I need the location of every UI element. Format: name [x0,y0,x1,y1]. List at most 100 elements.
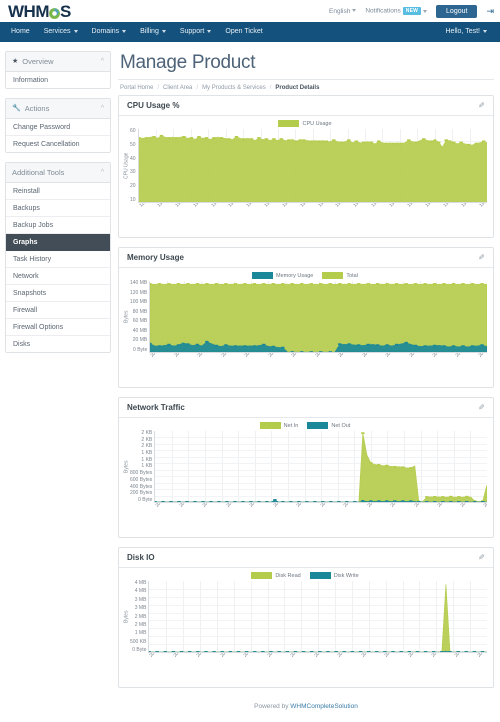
nav-item-services[interactable]: Services [37,22,85,42]
breadcrumb-portal-home[interactable]: Portal Home [120,85,153,91]
legend-item[interactable]: Disk Read [251,572,301,579]
sidebar-item-snapshots[interactable]: Snapshots [6,285,110,302]
nav-item-support[interactable]: Support [173,22,219,42]
series-marker [195,343,200,346]
page-body: ★ Overview ^ Information 🔧 Actions ^ Cha… [0,42,500,722]
series-marker [158,283,162,285]
series-marker [211,137,216,139]
legend-swatch [322,272,344,279]
y-axis-memory: 140 MB 120 MB 100 MB 80 MB 60 MB 40 MB 20 MB 0 … [130,281,149,353]
whmcs-logo[interactable]: WHM S [8,3,71,20]
edit-pencil-icon[interactable]: ✎ [478,553,485,562]
sidebar-panel-additional-tools-header[interactable]: Additional Tools ^ [6,163,110,183]
nav-item-billing[interactable]: Billing [133,22,173,42]
sidebar-item-request-cancellation[interactable]: Request Cancellation [6,136,110,152]
series-marker [433,283,437,285]
wrench-icon: 🔧 [12,105,21,112]
nav-item-account[interactable]: Hello, Test! [439,22,495,42]
series-marker [448,651,453,652]
y-tick-label: 2 MB [134,621,147,628]
plot-area-diskio[interactable] [148,581,487,653]
series-marker [151,135,156,138]
sidebar-item-disks[interactable]: Disks [6,336,110,352]
sidebar-item-network[interactable]: Network [6,268,110,285]
y-axis-diskio: 4 MB 4 MB 3 MB 3 MB 2 MB 2 MB 1 MB 500 KB 0 Byte [130,581,148,653]
breadcrumb-client-area[interactable]: Client Area [163,85,192,91]
legend-swatch [251,572,273,579]
sidebar-panel-actions: 🔧 Actions ^ Change Password Request Canc… [5,98,111,153]
sidebar-item-task-history[interactable]: Task History [6,251,110,268]
series-marker [262,343,266,346]
sidebar-item-backup-jobs[interactable]: Backup Jobs [6,217,110,234]
language-selector[interactable]: English [329,8,357,15]
plot-wrap-cpu: CPU Usage 60 50 40 30 20 10 [123,129,487,203]
sign-out-icon[interactable]: ⇥ [486,6,494,16]
breadcrumb-separator: / [196,85,199,91]
sidebar-item-backups[interactable]: Backups [6,200,110,217]
chart-header-memory: Memory Usage ✎ [119,248,493,268]
series-marker [436,141,441,144]
legend-item[interactable]: Memory Usage [252,272,313,279]
series-marker [271,138,276,140]
edit-pencil-icon[interactable]: ✎ [478,101,485,110]
nav-label: Billing [140,28,159,35]
series-marker [461,283,465,285]
series-marker [369,462,373,464]
series-marker [393,465,397,468]
legend-item[interactable]: Disk Write [309,572,359,579]
nav-item-domains[interactable]: Domains [85,22,134,42]
sidebar-item-firewall-options[interactable]: Firewall Options [6,319,110,336]
series-marker [449,495,453,498]
edit-pencil-icon[interactable]: ✎ [478,253,485,262]
series-marker [243,345,247,347]
series-marker [425,500,429,502]
series-marker [385,464,389,467]
legend-item[interactable]: CPU Usage [278,120,332,127]
logout-button[interactable]: Logout [436,4,478,18]
main-content: Manage Product Portal Home / Client Area… [118,51,494,722]
plot-area-memory[interactable] [149,281,487,353]
series-marker [286,139,291,142]
series-marker [466,143,470,146]
notifications-menu[interactable]: Notifications NEW [365,7,428,15]
sidebar-item-information[interactable]: Information [6,72,110,88]
sidebar-panel-actions-header[interactable]: 🔧 Actions ^ [6,99,110,119]
series-marker [433,344,437,347]
breadcrumb-my-products-services[interactable]: My Products & Services [202,85,266,91]
plot-wrap-memory: Bytes 140 MB 120 MB 100 MB 80 MB 60 MB 40 MB 20… [123,281,487,353]
legend-item[interactable]: Net Out [307,422,350,429]
sidebar-item-graphs[interactable]: Graphs [6,234,110,251]
series-marker [441,496,445,498]
chart-panel-memory: Memory Usage ✎ Memory Usage Total Bytes 140 M… [118,247,494,388]
footer: Powered by WHMCompleteSolution [118,697,494,710]
sidebar-item-change-password[interactable]: Change Password [6,119,110,136]
sidebar-panel-overview-header[interactable]: ★ Overview ^ [6,52,110,72]
sidebar-item-reinstall[interactable]: Reinstall [6,183,110,200]
series-marker [442,345,446,347]
series-marker [480,283,484,285]
series-marker [376,283,380,285]
legend-item[interactable]: Total [322,272,358,279]
series-marker [433,500,437,502]
series-area-disk-read [149,584,487,652]
series-marker [281,501,285,502]
legend-swatch [252,272,274,279]
plot-area-cpu[interactable] [137,129,487,203]
y-tick-label: 30 [130,169,136,176]
footer-link[interactable]: WHMCompleteSolution [290,703,358,710]
nav-label: Open Ticket [225,28,263,35]
y-tick-label: 120 MB [130,289,148,296]
plot-area-network[interactable] [154,431,487,503]
nav-label: Support [179,28,205,35]
sidebar-panel-additional-tools: Additional Tools ^ Reinstall Backups Bac… [5,162,111,353]
charts-host: CPU Usage % ✎ CPU Usage CPU Usage 60 50 40 30 20… [118,95,494,688]
sidebar-item-firewall[interactable]: Firewall [6,302,110,319]
nav-item-home[interactable]: Home [4,22,37,42]
legend-item[interactable]: Net In [259,422,298,429]
chart-svg-cpu [138,134,487,202]
chevron-up-icon: ^ [100,169,104,176]
series-marker [451,141,456,144]
edit-pencil-icon[interactable]: ✎ [478,403,485,412]
nav-item-open-ticket[interactable]: Open Ticket [218,22,269,42]
series-marker [167,283,171,285]
